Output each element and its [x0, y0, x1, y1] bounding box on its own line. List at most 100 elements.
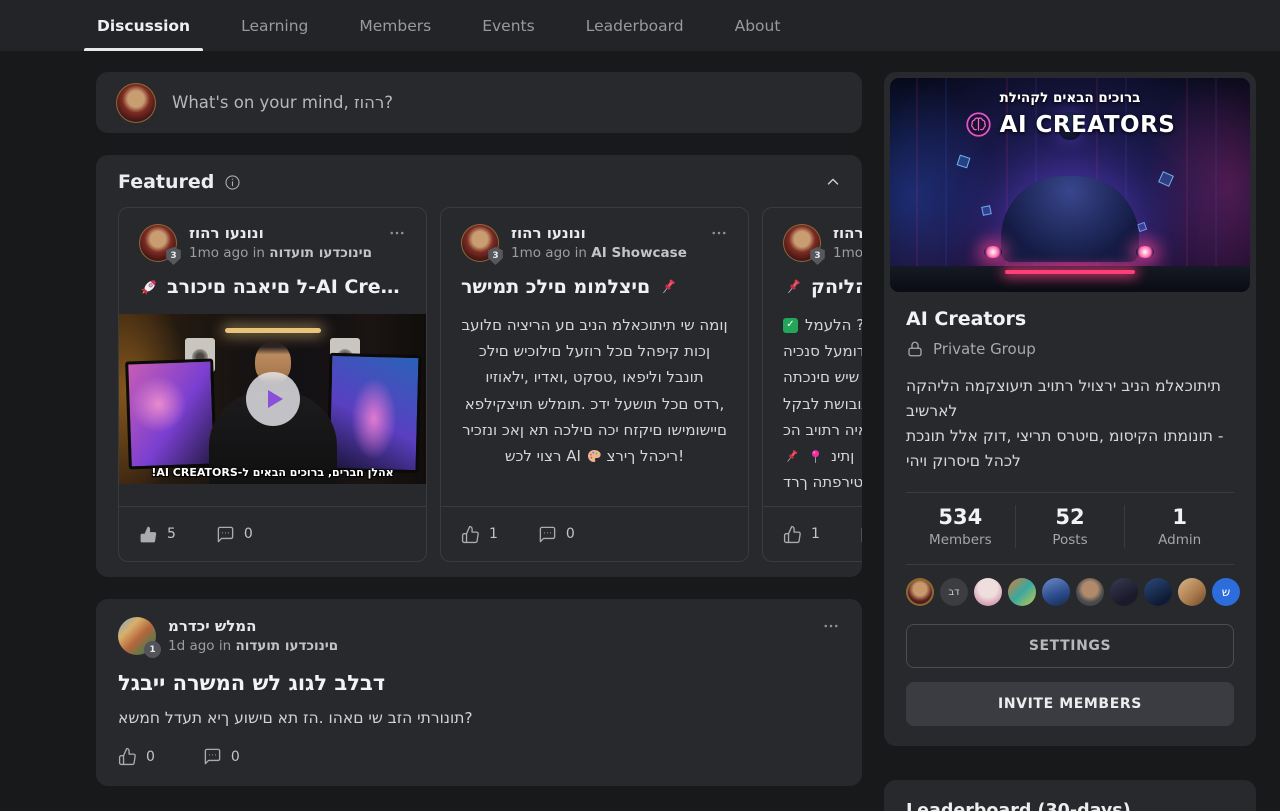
member-avatar[interactable]	[1178, 578, 1206, 606]
info-icon[interactable]	[224, 174, 241, 191]
group-cover-image: ברוכים הבאים לקהילת AI CREATORS	[890, 78, 1250, 292]
stat-value: 52	[1016, 505, 1125, 529]
video-thumbnail[interactable]: אהלן חברים, ברוכים הבאים ל-AI CREATORS!	[119, 314, 426, 484]
space-link[interactable]: הודעות ועדכונים	[235, 638, 338, 654]
thumbs-up-icon	[118, 747, 137, 766]
member-avatar[interactable]	[1110, 578, 1138, 606]
tab-label: Events	[482, 17, 534, 35]
space-link[interactable]: הודעות ועדכונים	[269, 245, 372, 261]
post-title: רשימת כלים מומלצים	[441, 274, 748, 300]
divider	[906, 564, 1234, 565]
feed-post[interactable]: 1 מרדכי שלמה 1d ago in הודעות ועדכונים ל…	[96, 599, 862, 786]
tab-label: Members	[359, 17, 431, 35]
featured-post-welcome[interactable]: 3 זוהר וענונו 1mo ago in הודעות ועדכונים	[118, 207, 427, 562]
tab-members[interactable]: Members	[346, 0, 444, 51]
palette-icon	[586, 448, 602, 464]
comment-icon	[216, 525, 235, 544]
group-sidebar: ברוכים הבאים לקהילת AI CREATORS AI Creat…	[884, 72, 1256, 811]
stat-label: Admin	[1125, 532, 1234, 548]
composer-prompt: What's on your mind, זוהר?	[172, 93, 393, 112]
chevron-up-icon[interactable]	[824, 173, 842, 191]
brain-icon	[965, 111, 992, 138]
post-menu-icon[interactable]	[710, 224, 728, 242]
like-button[interactable]: 0	[118, 747, 155, 766]
leaderboard-card: Leaderboard (30-days)	[884, 780, 1256, 811]
featured-carousel[interactable]: 3 זוהר וענונו 1mo ago in הודעות ועדכונים	[118, 207, 862, 562]
monitor-left	[125, 358, 217, 469]
group-stats: 534 Members 52 Posts 1 Admin	[906, 493, 1234, 558]
pushpin-icon	[783, 277, 803, 297]
post-menu-icon[interactable]	[388, 224, 406, 242]
tab-discussion[interactable]: Discussion	[84, 0, 203, 51]
author-avatar: 3	[461, 224, 499, 262]
like-button[interactable]: 5	[139, 525, 176, 544]
round-pin-icon	[807, 448, 824, 465]
stat-value: 534	[906, 505, 1015, 529]
post-body: אשמח לדעת איך עושים את זה. והאם יש בזה י…	[118, 709, 840, 727]
play-button[interactable]	[246, 372, 300, 426]
member-avatar[interactable]	[1076, 578, 1104, 606]
post-reactions: 0 0	[118, 747, 840, 766]
post-composer[interactable]: What's on your mind, זוהר?	[96, 72, 862, 133]
studio-light	[225, 328, 321, 333]
thumbs-up-icon	[139, 525, 158, 544]
privacy-label: Private Group	[933, 340, 1036, 358]
post-timestamp: 1mo ago in	[511, 245, 587, 261]
member-avatar[interactable]	[1008, 578, 1036, 606]
like-button[interactable]: 1	[783, 525, 820, 544]
stat-members: 534 Members	[906, 505, 1015, 548]
author-avatar: 3	[139, 224, 177, 262]
feed-column: What's on your mind, זוהר? Featured	[96, 72, 862, 811]
post-reactions: 1 0	[441, 506, 748, 561]
settings-button[interactable]: SETTINGS	[906, 624, 1234, 668]
post-meta-block: מרדכי שלמה 1d ago in הודעות ועדכונים	[168, 617, 338, 654]
post-title: ברוכים הבאים ל-AI Creat...	[119, 274, 426, 300]
group-info-card: ברוכים הבאים לקהילת AI CREATORS AI Creat…	[884, 72, 1256, 746]
post-title: קהילה	[763, 274, 862, 300]
post-timestamp: 1mo ago in	[189, 245, 265, 261]
space-link[interactable]: AI Showcase	[591, 245, 687, 261]
post-meta-block: זוהר וענונו 1mo	[833, 224, 862, 261]
tab-about[interactable]: About	[722, 0, 794, 51]
post-menu-icon[interactable]	[822, 617, 840, 635]
featured-post-community[interactable]: 3 זוהר וענונו 1mo קהילה	[762, 207, 862, 562]
glowing-hand-left	[984, 246, 1002, 258]
comment-icon	[538, 525, 557, 544]
author-avatar: 1	[118, 617, 156, 655]
member-avatar-initials[interactable]: בד	[940, 578, 968, 606]
floating-cube	[981, 205, 992, 216]
member-avatar[interactable]	[1042, 578, 1070, 606]
thumbs-up-icon	[461, 525, 480, 544]
comment-button[interactable]: 0	[216, 525, 253, 544]
level-badge: 3	[487, 247, 504, 265]
rocket-icon	[139, 277, 159, 297]
featured-post-tools[interactable]: 3 זוהר וענונו 1mo ago in AI Showcase רשי…	[440, 207, 749, 562]
member-avatar-initials[interactable]: ש	[1212, 578, 1240, 606]
tab-learning[interactable]: Learning	[228, 0, 321, 51]
pushpin-icon	[783, 448, 800, 465]
tab-events[interactable]: Events	[469, 0, 547, 51]
tab-label: Leaderboard	[586, 17, 684, 35]
comment-count: 0	[566, 526, 575, 542]
group-description: הקהילה המקצועית ביותר ליוצרי בינה מלאכות…	[906, 374, 1234, 474]
author-avatar: 3	[783, 224, 821, 262]
like-button[interactable]: 1	[461, 525, 498, 544]
like-count: 5	[167, 526, 176, 542]
comment-button[interactable]: 0	[538, 525, 575, 544]
member-avatar[interactable]	[906, 578, 934, 606]
featured-header: Featured	[118, 171, 862, 193]
invite-members-button[interactable]: INVITE MEMBERS	[906, 682, 1234, 726]
comment-button[interactable]: 0	[203, 747, 240, 766]
tab-leaderboard[interactable]: Leaderboard	[573, 0, 697, 51]
member-avatar[interactable]	[1144, 578, 1172, 606]
level-badge: 3	[165, 247, 182, 265]
glowing-hand-right	[1136, 246, 1154, 258]
featured-title: Featured	[118, 171, 214, 193]
comment-button[interactable]: 0	[860, 525, 862, 544]
author-name: מרדכי שלמה	[168, 617, 338, 635]
comment-count: 0	[244, 526, 253, 542]
member-avatar[interactable]	[974, 578, 1002, 606]
comment-icon	[203, 747, 222, 766]
like-count: 0	[146, 749, 155, 765]
cover-brand-text: AI CREATORS	[1000, 112, 1176, 138]
